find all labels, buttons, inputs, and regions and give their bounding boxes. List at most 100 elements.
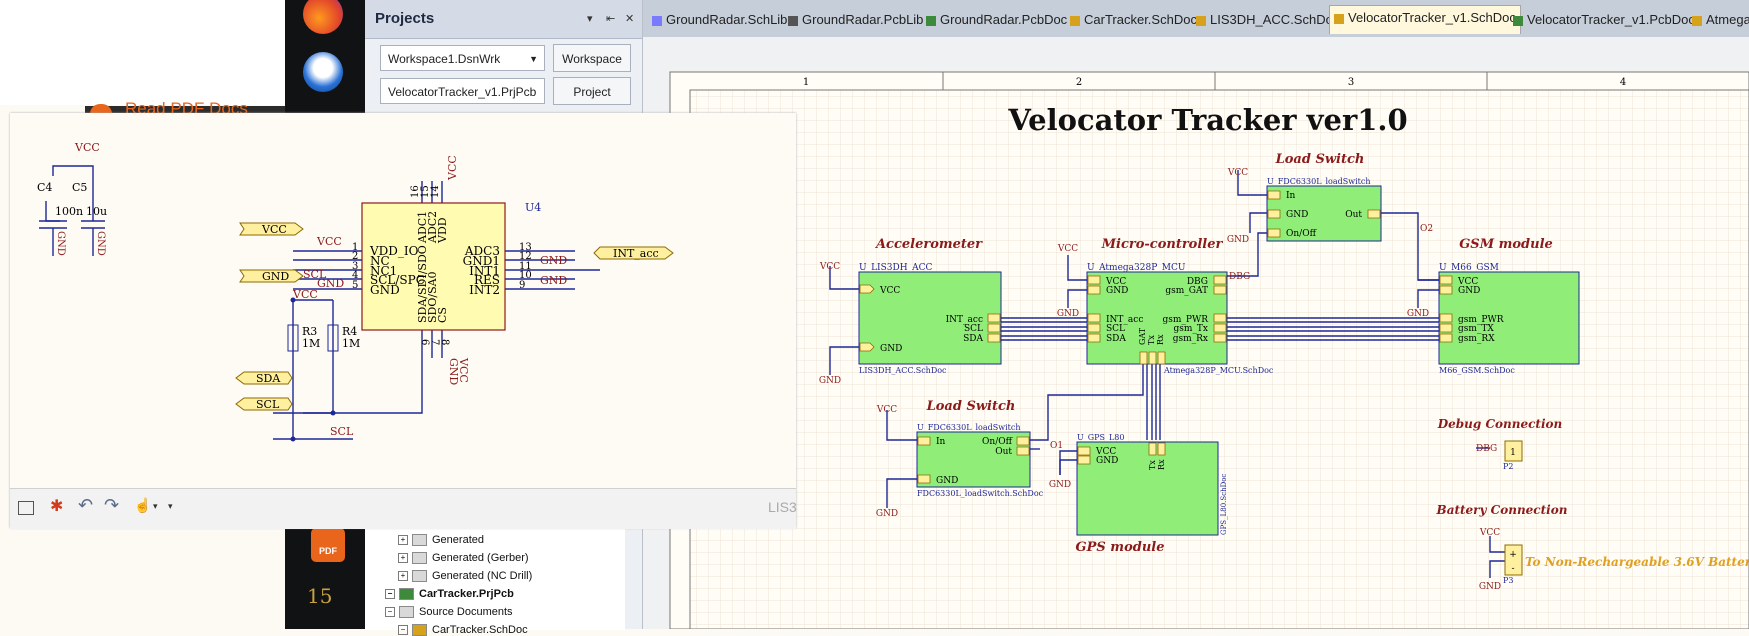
net-label: GND — [317, 277, 344, 290]
block-file: GPS_L80.SchDoc — [1220, 474, 1228, 535]
pin-name: INT2 — [469, 283, 500, 297]
pin-name: CS — [436, 307, 449, 323]
power-label: VCC — [1479, 528, 1500, 538]
designator: P3 — [1503, 576, 1513, 585]
pin-number: 9 — [519, 280, 525, 291]
block-designator: U_FDC6330L_loadSwitch — [1267, 177, 1371, 186]
net-label: VCC — [316, 235, 342, 248]
port-label: Rx — [1157, 459, 1166, 470]
overlay-doc-label: LIS3 — [768, 499, 797, 515]
block-heading: Debug Connection — [1437, 417, 1563, 431]
battery-note: To Non-Rechargeable 3.6V Battery — [1525, 555, 1749, 569]
hand-icon[interactable]: ☝ — [134, 497, 151, 514]
net-label: DBG — [1229, 272, 1250, 282]
block-heading: Accelerometer — [874, 237, 983, 252]
power-label: VCC — [1057, 244, 1078, 254]
power-label: VCC — [74, 141, 100, 154]
block-heading: GSM module — [1459, 237, 1553, 252]
power-label: GND — [1479, 582, 1501, 592]
port-label: In — [1286, 191, 1296, 201]
port-sda[interactable]: SDA — [256, 372, 281, 385]
port-gnd[interactable]: GND — [262, 270, 289, 283]
port-scl[interactable]: SCL — [256, 398, 280, 411]
cap-value: 100n — [55, 205, 83, 218]
sheet-icon[interactable] — [18, 501, 34, 515]
resistor-value: 1M — [302, 337, 320, 350]
overlay-schematic[interactable]: VCC C4 100n C5 10u GND GND U4 VDD_IO NC … — [10, 113, 796, 488]
junction — [290, 436, 296, 442]
power-label: VCC — [876, 405, 897, 415]
sheet-symbol[interactable] — [916, 431, 1031, 488]
power-label: GND — [95, 231, 106, 256]
block-file: FDC6330L_loadSwitch.SchDoc — [917, 489, 1044, 498]
power-label: VCC — [819, 262, 840, 272]
port-label: GND — [1458, 286, 1480, 296]
block-designator: U_GPS_L80 — [1077, 433, 1125, 442]
port-label: SCL — [964, 324, 983, 334]
power-label: GND — [1407, 309, 1429, 319]
net-label: GND — [540, 254, 567, 267]
block-heading: Micro-controller — [1101, 237, 1224, 252]
designator: P2 — [1503, 462, 1513, 471]
port-vcc[interactable]: VCC — [261, 223, 287, 236]
sheet-symbol[interactable] — [1266, 185, 1382, 242]
port-label: GND — [1286, 210, 1308, 220]
pin-name: GND — [370, 283, 400, 297]
block-heading: Load Switch — [926, 399, 1016, 414]
pin-label: + — [1509, 550, 1517, 560]
cap-ref: C4 — [37, 181, 52, 194]
pin-number: 7 — [429, 339, 440, 345]
power-label: GND — [819, 376, 841, 386]
power-label: GND — [1227, 235, 1249, 245]
cap-ref: C5 — [72, 181, 87, 194]
port-label: Tx — [1147, 335, 1156, 345]
block-heading: GPS module — [1076, 540, 1165, 555]
port-label: gsm_Rx — [1173, 334, 1208, 344]
port-label: SCL — [1106, 324, 1125, 334]
net-label: SCL — [330, 425, 354, 438]
pin-number: 5 — [352, 280, 358, 291]
cap-value: 10u — [86, 205, 107, 218]
port-label: gsm_RX — [1458, 334, 1495, 344]
power-label: VCC — [1227, 168, 1248, 178]
junction — [290, 297, 296, 303]
undo-icon[interactable]: ↶ — [78, 495, 93, 516]
port-label: GND — [1096, 456, 1118, 466]
port-label: VCC — [879, 286, 900, 296]
port-label: gsm_TX — [1458, 324, 1494, 334]
net-label: O1 — [1050, 441, 1063, 451]
port-label: In — [936, 437, 946, 447]
column-label: 1 — [803, 77, 809, 88]
port-label: gsm_Tx — [1174, 324, 1209, 334]
redo-icon[interactable]: ↷ — [104, 495, 119, 516]
power-label: GND — [1049, 480, 1071, 490]
port-label: Out — [995, 447, 1012, 457]
port-int-acc[interactable]: INT_acc — [613, 247, 659, 260]
pin-name: VDD — [436, 217, 449, 244]
junction — [330, 410, 336, 416]
pin-number: 8 — [439, 339, 450, 345]
block-heading: Battery Connection — [1436, 503, 1568, 517]
net-label: VCC — [292, 288, 318, 301]
column-label: 4 — [1620, 77, 1626, 88]
pin-label: - — [1511, 564, 1514, 574]
block-heading: Load Switch — [1275, 152, 1365, 167]
port-label: gsm_GAT — [1165, 286, 1208, 296]
pin-number: 6 — [419, 339, 430, 345]
port-label: Out — [1345, 210, 1362, 220]
ic-ref: U4 — [525, 201, 541, 214]
overlay-wires — [39, 165, 600, 440]
block-file: LIS3DH_ACC.SchDoc — [859, 366, 947, 375]
power-label: GND — [55, 231, 66, 256]
power-label: VCC — [446, 155, 459, 181]
block-file: M66_GSM.SchDoc — [1439, 366, 1515, 375]
chevron-down-icon[interactable]: ▾ — [168, 501, 173, 512]
block-designator: U_FDC6330L_loadSwitch — [917, 423, 1021, 432]
port-label: GND — [936, 476, 958, 486]
port-label: On/Off — [1286, 229, 1317, 239]
port-label: On/Off — [982, 437, 1013, 447]
chevron-down-icon[interactable]: ▾ — [153, 501, 158, 512]
net-label: GND — [540, 274, 567, 287]
star-icon[interactable]: ✱ — [50, 496, 63, 516]
net-label: O2 — [1420, 224, 1433, 234]
